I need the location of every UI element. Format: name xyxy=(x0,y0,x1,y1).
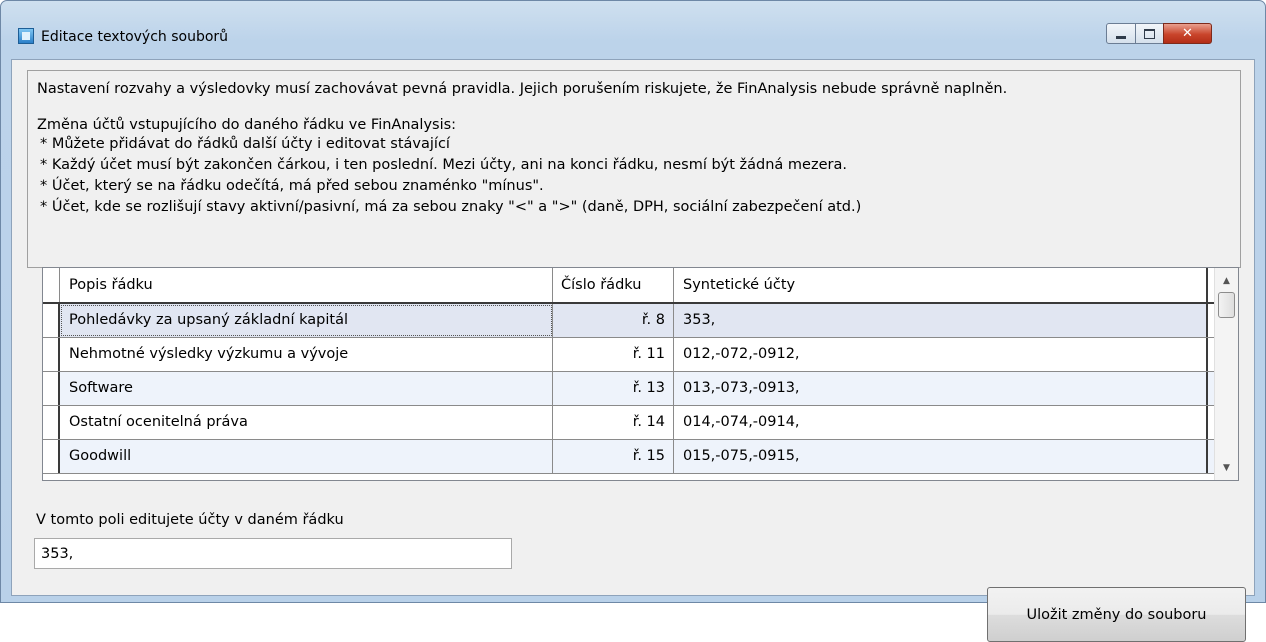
cell-popis[interactable]: Goodwill xyxy=(60,440,553,473)
info-panel: Nastavení rozvahy a výsledovky musí zach… xyxy=(27,70,1241,268)
cell-cislo[interactable]: ř. 13 xyxy=(553,372,674,405)
vertical-scrollbar[interactable]: ▲ ▼ xyxy=(1214,268,1238,480)
close-icon: ✕ xyxy=(1182,26,1193,41)
scroll-down-icon[interactable]: ▼ xyxy=(1215,458,1238,478)
grid-header: Popis řádku Číslo řádku Syntetické účty xyxy=(43,268,1216,304)
cell-cislo[interactable]: ř. 14 xyxy=(553,406,674,439)
row-selector[interactable] xyxy=(43,406,60,439)
cell-ucty[interactable]: 014,-074,-0914, xyxy=(674,406,1208,439)
save-button[interactable]: Uložit změny do souboru xyxy=(987,587,1246,642)
title-bar[interactable]: Editace textových souborů ✕ xyxy=(1,1,1265,47)
row-selector[interactable] xyxy=(43,338,60,371)
row-selector-header[interactable] xyxy=(43,268,60,302)
window-title: Editace textových souborů xyxy=(41,29,229,45)
cell-cislo[interactable]: ř. 15 xyxy=(553,440,674,473)
table-row[interactable]: Pohledávky za upsaný základní kapitál ř.… xyxy=(43,304,1216,338)
info-rule: * Účet, kde se rozlišují stavy aktivní/p… xyxy=(40,199,862,215)
info-rule: * Můžete přidávat do řádků další účty i … xyxy=(40,136,450,152)
table-row[interactable]: Software ř. 13 013,-073,-0913, xyxy=(43,372,1216,406)
cell-cislo[interactable]: ř. 8 xyxy=(553,304,674,337)
close-button[interactable]: ✕ xyxy=(1163,23,1212,44)
client-area: Nastavení rozvahy a výsledovky musí zach… xyxy=(11,59,1255,642)
table-row[interactable]: Ostatní ocenitelná práva ř. 14 014,-074,… xyxy=(43,406,1216,440)
accounts-edit-input[interactable] xyxy=(34,538,512,569)
info-rule: * Účet, který se na řádku odečítá, má př… xyxy=(40,178,544,194)
cell-popis[interactable]: Ostatní ocenitelná práva xyxy=(60,406,553,439)
column-header-cislo[interactable]: Číslo řádku xyxy=(553,268,674,302)
info-heading: Změna účtů vstupujícího do daného řádku … xyxy=(37,117,457,133)
row-selector[interactable] xyxy=(43,304,60,337)
cell-cislo[interactable]: ř. 11 xyxy=(553,338,674,371)
cell-popis[interactable]: Software xyxy=(60,372,553,405)
cell-popis[interactable]: Nehmotné výsledky výzkumu a vývoje xyxy=(60,338,553,371)
cell-ucty[interactable]: 012,-072,-0912, xyxy=(674,338,1208,371)
column-header-ucty[interactable]: Syntetické účty xyxy=(674,268,1208,302)
minimize-icon xyxy=(1116,36,1126,39)
maximize-button[interactable] xyxy=(1135,23,1164,44)
table-row[interactable]: Goodwill ř. 15 015,-075,-0915, xyxy=(43,440,1216,474)
table-row[interactable]: Nehmotné výsledky výzkumu a vývoje ř. 11… xyxy=(43,338,1216,372)
cell-ucty[interactable]: 015,-075,-0915, xyxy=(674,440,1208,473)
minimize-button[interactable] xyxy=(1106,23,1136,44)
cell-ucty[interactable]: 353, xyxy=(674,304,1208,337)
maximize-icon xyxy=(1144,28,1155,39)
info-rule: * Každý účet musí být zakončen čárkou, i… xyxy=(40,157,847,173)
column-header-popis[interactable]: Popis řádku xyxy=(60,268,553,302)
cell-popis[interactable]: Pohledávky za upsaný základní kapitál xyxy=(60,304,553,337)
accounts-grid[interactable]: Popis řádku Číslo řádku Syntetické účty … xyxy=(42,267,1239,481)
app-icon xyxy=(18,28,34,44)
scroll-thumb[interactable] xyxy=(1218,292,1235,318)
scroll-up-icon[interactable]: ▲ xyxy=(1215,271,1238,291)
cell-ucty[interactable]: 013,-073,-0913, xyxy=(674,372,1208,405)
info-intro: Nastavení rozvahy a výsledovky musí zach… xyxy=(37,81,1008,97)
row-selector[interactable] xyxy=(43,372,60,405)
window: Editace textových souborů ✕ Nastavení ro… xyxy=(0,0,1266,642)
editor-label: V tomto poli editujete účty v daném řádk… xyxy=(36,512,344,528)
row-selector[interactable] xyxy=(43,440,60,473)
